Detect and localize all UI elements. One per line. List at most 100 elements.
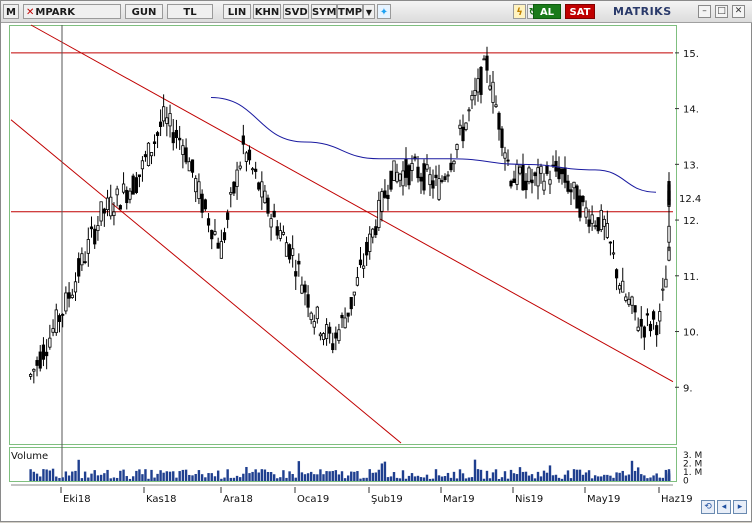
candle — [349, 296, 353, 316]
candle-body — [661, 288, 665, 291]
candle — [269, 213, 273, 241]
candle-body — [105, 197, 110, 211]
volume-bar — [572, 469, 576, 481]
candle-body — [143, 154, 148, 158]
candle — [219, 229, 223, 259]
candle — [54, 303, 58, 336]
candle-body — [581, 195, 585, 203]
candle — [197, 173, 201, 205]
candle-body — [324, 324, 329, 340]
volume-bar — [491, 472, 495, 481]
candle-body — [470, 95, 474, 101]
candle-body — [238, 165, 242, 169]
volume-bar — [325, 471, 328, 481]
y-tick-label: 10. — [683, 328, 699, 339]
volume-bar — [90, 473, 93, 481]
candle-body — [548, 179, 552, 185]
chart-window: M ✕MPARK GUN TL LIN KHN SVD SYM TMP ▼ ✦ … — [0, 0, 752, 522]
volume-bar — [473, 459, 477, 481]
candle-body — [512, 178, 516, 183]
candle-body — [260, 181, 264, 198]
volume-bar — [609, 475, 612, 481]
candle — [440, 175, 444, 184]
volume-bar — [437, 475, 441, 481]
candle-body — [667, 181, 671, 206]
candle-body — [226, 212, 230, 220]
volume-bar — [494, 469, 498, 481]
candle — [48, 324, 52, 350]
candle-body — [178, 137, 182, 141]
candle — [83, 251, 87, 265]
x-tick-label: Kas18 — [146, 494, 176, 505]
candle-body — [518, 166, 522, 174]
candle — [184, 138, 188, 165]
candle-body — [187, 161, 191, 172]
candle — [593, 220, 597, 230]
candle — [45, 339, 49, 370]
candle-body — [297, 260, 301, 265]
volume-bar — [119, 470, 122, 481]
candle — [131, 173, 135, 195]
candle-body — [572, 181, 576, 189]
volume-bar — [306, 473, 310, 481]
volume-bar — [624, 475, 628, 481]
candle-body — [648, 323, 653, 332]
volume-bar — [431, 478, 435, 481]
volume-bar — [226, 469, 229, 481]
candle — [645, 308, 650, 327]
volume-bar — [410, 473, 414, 481]
volume-bar — [35, 473, 39, 481]
candle-body — [206, 218, 211, 226]
candle — [140, 156, 145, 182]
candle — [539, 163, 543, 184]
volume-bar — [204, 477, 207, 481]
candle-body — [102, 208, 106, 214]
sync-icon[interactable]: ⟲ — [701, 500, 715, 514]
candle — [458, 119, 462, 136]
candle — [250, 167, 255, 175]
candle — [121, 172, 126, 195]
candle — [300, 276, 304, 295]
volume-bar — [55, 476, 58, 481]
candle-body — [281, 231, 286, 235]
candle-body — [599, 210, 603, 231]
candle-body — [300, 284, 304, 294]
candle-body — [560, 168, 564, 175]
candle-body — [371, 228, 375, 238]
scroll-left-icon[interactable]: ◂ — [717, 500, 731, 514]
candle-body — [184, 147, 188, 163]
candle — [226, 209, 230, 229]
volume-bar — [652, 475, 655, 481]
volume-bar — [168, 471, 172, 481]
candle-body — [503, 152, 507, 159]
candle — [315, 305, 319, 324]
volume-bar — [319, 469, 322, 481]
candle-body — [404, 159, 408, 178]
candle-body — [530, 179, 534, 184]
volume-bar — [112, 477, 116, 481]
volume-bar — [64, 471, 68, 481]
scroll-right-icon[interactable]: ▸ — [733, 500, 747, 514]
candle — [581, 195, 585, 207]
candle — [407, 163, 411, 190]
candle-body — [563, 167, 567, 183]
candle — [584, 200, 588, 224]
candle-body — [349, 297, 353, 310]
candle — [137, 174, 142, 188]
volume-bar — [138, 469, 141, 481]
volume-bar — [368, 469, 371, 481]
candle — [29, 372, 33, 380]
candle-body — [368, 233, 372, 252]
candle — [306, 285, 310, 318]
volume-bar — [343, 478, 347, 481]
volume-bar — [593, 475, 597, 481]
volume-bar — [434, 469, 438, 481]
volume-bar — [165, 471, 169, 481]
candle-body — [272, 210, 276, 218]
volume-bar — [216, 470, 220, 481]
candle-body — [542, 180, 546, 191]
candle — [152, 134, 157, 157]
volume-bar — [497, 478, 501, 481]
y-tick-label: 13. — [683, 160, 699, 171]
candle-body — [500, 128, 504, 148]
